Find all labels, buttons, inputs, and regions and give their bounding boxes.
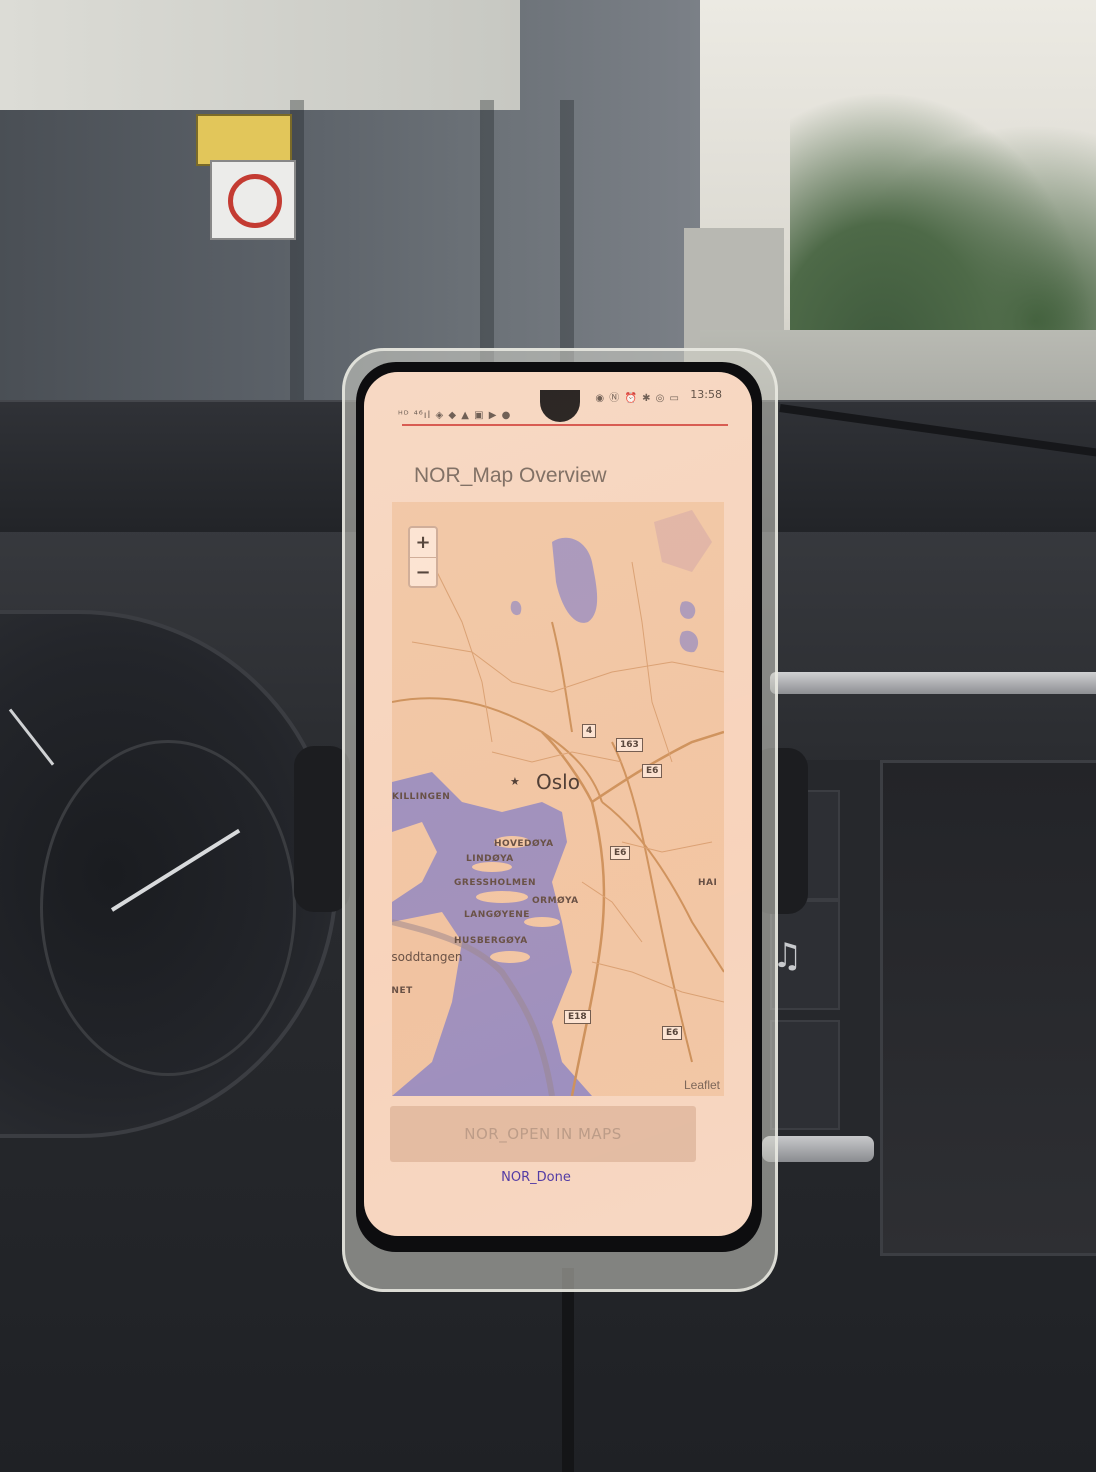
road-shield: E6 [610, 846, 631, 860]
road-shield: E18 [564, 1010, 591, 1024]
map-label-place: KILLINGEN [392, 792, 451, 802]
container-rib [290, 100, 304, 430]
charging-cable [562, 1268, 574, 1472]
road-shield: E6 [642, 764, 663, 778]
map-label-place: HAI [698, 878, 718, 888]
road-shield: 163 [616, 738, 643, 752]
map-label-place: LINDØYA [466, 854, 514, 864]
map-label-place: LANGØYENE [464, 910, 530, 920]
container-top [0, 0, 520, 110]
page-title: NOR_Map Overview [414, 464, 607, 487]
road-shield: 4 [582, 724, 597, 738]
warning-sign [196, 114, 292, 166]
road-shield: E6 [662, 1026, 683, 1040]
map-label-place: GRESSHOLMEN [454, 878, 537, 888]
prohibition-sign [210, 160, 296, 240]
infotainment-screen [880, 760, 1096, 1256]
zoom-control: + − [408, 526, 438, 588]
status-time: 13:58 [690, 388, 722, 401]
leaflet-attribution-link[interactable]: Leaflet [684, 1078, 720, 1092]
map-label-place: HOVEDØYA [494, 839, 554, 849]
chrome-trim [770, 672, 1096, 694]
map-label-place: esoddtangen [392, 950, 463, 964]
accent-line [402, 424, 728, 426]
zoom-out-button[interactable]: − [410, 557, 436, 587]
done-button[interactable]: NOR_Done [364, 1170, 708, 1185]
map-view[interactable]: ★ + − Oslo KILLINGEN HOVEDØYA LINDØYA GR… [392, 502, 724, 1096]
phone-screen: ᴴᴰ ⁴⁶ıl ◈ ◆ ▲ ▣ ▶ ● ◉ Ⓝ ⏰ ✱ ◎ ▭ 13:58 NO… [364, 372, 752, 1236]
console-button [770, 1020, 840, 1130]
chrome-trim [762, 1136, 874, 1162]
zoom-in-button[interactable]: + [410, 528, 436, 557]
status-right-icons: ◉ Ⓝ ⏰ ✱ ◎ ▭ [595, 393, 680, 404]
map-label-place: HUSBERGØYA [454, 936, 528, 946]
status-left-icons: ᴴᴰ ⁴⁶ıl ◈ ◆ ▲ ▣ ▶ ● [398, 410, 512, 421]
map-label-place: ORMØYA [532, 896, 579, 906]
map-label-place: RNET [392, 986, 413, 996]
svg-text:★: ★ [510, 775, 520, 788]
open-in-maps-button[interactable]: NOR_OPEN IN MAPS [390, 1106, 696, 1162]
map-label-city: Oslo [536, 770, 580, 794]
speedometer-gauge [40, 740, 296, 1076]
